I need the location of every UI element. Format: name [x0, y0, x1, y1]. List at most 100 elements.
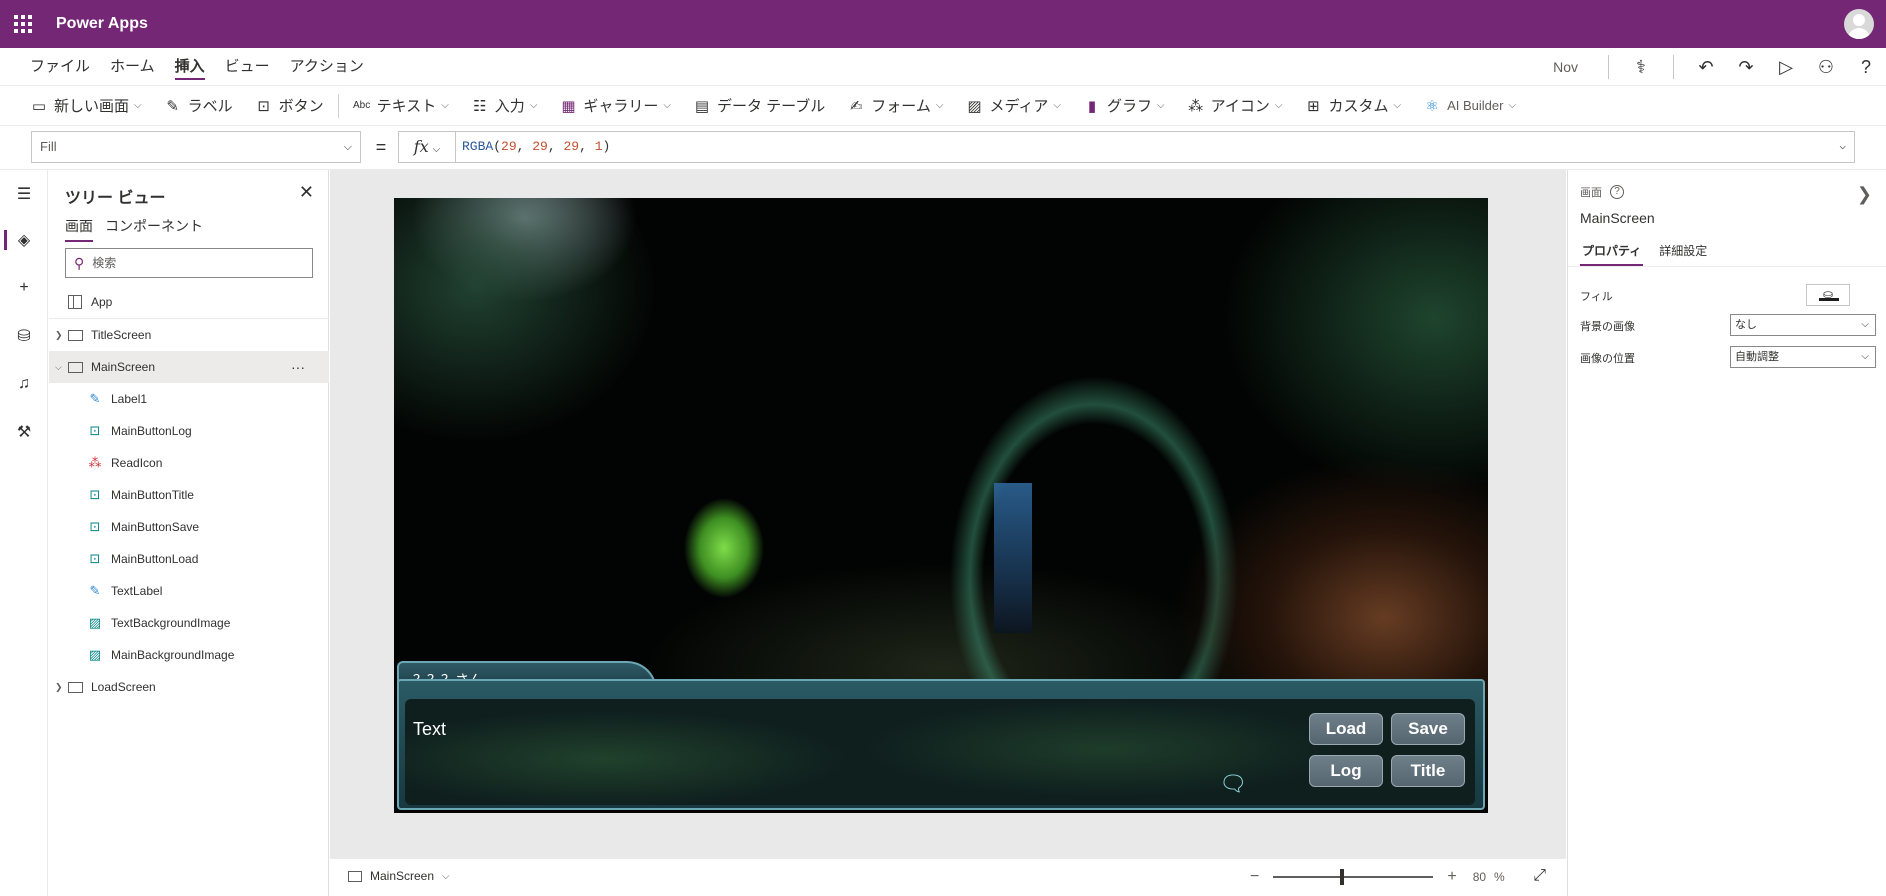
tree-node-label: MainScreen	[91, 360, 156, 374]
main-button-title[interactable]: Title	[1391, 755, 1465, 787]
label-icon: ✎	[166, 97, 179, 115]
tree-node-main-screen[interactable]: ⌵ MainScreen ···	[49, 351, 329, 383]
menu-tab-file[interactable]: ファイル	[20, 48, 100, 86]
bg-image-dropdown[interactable]: なし ⌵	[1730, 314, 1876, 336]
chevron-down-icon[interactable]: ⌵	[55, 362, 67, 373]
help-circle-icon[interactable]: ?	[1610, 185, 1624, 199]
main-screen-canvas[interactable]: ？？？さん Text Load Save Log Title 🗨	[394, 198, 1488, 813]
play-icon[interactable]: ▷	[1772, 53, 1800, 81]
app-icon	[67, 294, 83, 310]
help-icon[interactable]: ?	[1852, 53, 1880, 81]
new-screen-label: 新しい画面	[54, 98, 130, 115]
zoom-out-icon[interactable]: −	[1250, 868, 1259, 886]
data-table-button[interactable]: ▤ データ テーブル	[693, 95, 825, 116]
menu-tab-home[interactable]: ホーム	[100, 48, 165, 86]
app-checker-icon[interactable]: ⚕	[1627, 53, 1655, 81]
form-menu-button[interactable]: ✍ フォーム ⌵	[847, 95, 943, 116]
menu-right-toolbar: Nov ⚕ ↶ ↷ ▷ ⚇ ?	[1553, 48, 1886, 86]
text-menu-button[interactable]: Abc テキスト ⌵	[353, 95, 449, 116]
main-button-save[interactable]: Save	[1391, 713, 1465, 745]
image-position-dropdown[interactable]: 自動調整 ⌵	[1730, 346, 1876, 368]
app-launcher-button[interactable]	[0, 0, 46, 48]
equals-sign: =	[375, 137, 387, 157]
fill-color-picker[interactable]: ⛀	[1806, 284, 1850, 306]
fill-label: フィル	[1580, 291, 1613, 303]
prop-row-bg-image: 背景の画像 なし ⌵	[1580, 314, 1880, 336]
close-icon[interactable]: ✕	[299, 182, 314, 203]
button-control-icon: ⊡	[89, 423, 101, 438]
media-icon[interactable]: ♫	[0, 364, 48, 404]
label-control-icon: ✎	[89, 583, 101, 598]
tree-node-main-button-log[interactable]: ⊡ MainButtonLog	[49, 415, 329, 447]
icons-menu-button[interactable]: ⁂ アイコン ⌵	[1187, 95, 1282, 116]
input-menu-button[interactable]: ☷ 入力 ⌵	[471, 95, 537, 116]
expand-formula-icon[interactable]: ⌵	[1839, 132, 1846, 162]
chevron-right-icon[interactable]: ❯	[1857, 184, 1872, 205]
menu-tab-action[interactable]: アクション	[280, 48, 374, 86]
data-cylinder-icon[interactable]: ⛁	[0, 316, 48, 356]
speech-bubble-icon[interactable]: 🗨	[1219, 771, 1247, 797]
tree-node-label1[interactable]: ✎ Label1	[49, 383, 329, 415]
form-menu-label: フォーム	[871, 98, 931, 115]
more-options-icon[interactable]: ···	[291, 359, 305, 375]
fit-to-window-icon[interactable]: ⤢	[1533, 867, 1546, 885]
media-menu-button[interactable]: ▨ メディア ⌵	[965, 95, 1061, 116]
screen-picker[interactable]: MainScreen ⌵	[348, 869, 450, 883]
tree-node-title-screen[interactable]: ❯ TitleScreen	[49, 319, 329, 351]
tree-node-text-background-image[interactable]: ▨ TextBackgroundImage	[49, 607, 329, 639]
tree-node-main-background-image[interactable]: ▨ MainBackgroundImage	[49, 639, 329, 671]
new-screen-button[interactable]: ▭ 新しい画面 ⌵	[30, 95, 142, 116]
tree-node-read-icon[interactable]: ⁂ ReadIcon	[49, 447, 329, 479]
tree-node-text-label[interactable]: ✎ TextLabel	[49, 575, 329, 607]
tree-view-layers-icon[interactable]: ◈	[0, 220, 48, 260]
table-icon: ▤	[694, 97, 710, 115]
bg-image-value: なし	[1735, 319, 1757, 331]
formula-arg: 29	[563, 139, 580, 154]
main-button-load[interactable]: Load	[1309, 713, 1383, 745]
tree-node-main-button-save[interactable]: ⊡ MainButtonSave	[49, 511, 329, 543]
zoom-slider-thumb[interactable]	[1340, 869, 1345, 885]
button-icon: ⊡	[257, 97, 270, 115]
redo-icon[interactable]: ↷	[1732, 53, 1760, 81]
insert-label-button[interactable]: ✎ ラベル	[164, 95, 232, 116]
chart-menu-button[interactable]: ▮ グラフ ⌵	[1083, 95, 1165, 116]
tree-node-main-button-title[interactable]: ⊡ MainButtonTitle	[49, 479, 329, 511]
tree-node-app[interactable]: App	[49, 286, 329, 318]
chevron-right-icon[interactable]: ❯	[55, 682, 67, 693]
gallery-menu-button[interactable]: ▦ ギャラリー ⌵	[559, 95, 671, 116]
custom-menu-button[interactable]: ⊞ カスタム ⌵	[1304, 95, 1401, 116]
zoom-in-icon[interactable]: +	[1447, 868, 1456, 886]
tree-list: App ❯ TitleScreen ⌵ MainScreen ··· ✎ Lab…	[49, 286, 329, 703]
formula-arg: 1	[594, 139, 603, 154]
insert-plus-icon[interactable]: +	[0, 268, 48, 308]
ai-builder-menu-button[interactable]: ⚛ AI Builder ⌵	[1423, 97, 1516, 115]
hamburger-icon[interactable]: ☰	[0, 174, 48, 214]
chevron-down-icon: ⌵	[343, 141, 352, 153]
icons-menu-label: アイコン	[1210, 98, 1270, 115]
text-background-image[interactable]: ？？？さん Text Load Save Log Title 🗨	[397, 661, 1485, 810]
insert-ribbon: ▭ 新しい画面 ⌵ ✎ ラベル ⊡ ボタン Abc テキスト ⌵ ☷ 入力 ⌵ ▦ ギャラリー ⌵ …	[0, 86, 1886, 126]
tree-search-input[interactable]	[92, 256, 293, 270]
tree-node-label: TextBackgroundImage	[111, 616, 231, 630]
tree-node-load-screen[interactable]: ❯ LoadScreen	[49, 671, 329, 703]
tab-screens[interactable]: 画面	[65, 216, 93, 242]
user-avatar[interactable]	[1844, 9, 1874, 39]
text-label[interactable]: Text	[413, 719, 446, 740]
share-icon[interactable]: ⚇	[1812, 53, 1840, 81]
tab-components[interactable]: コンポーネント	[105, 216, 203, 242]
insert-button-button[interactable]: ⊡ ボタン	[255, 95, 323, 116]
formula-input[interactable]: RGBA(29, 29, 29, 1) ⌵	[455, 131, 1855, 163]
zoom-slider[interactable]	[1273, 867, 1434, 887]
tree-node-label: TitleScreen	[91, 328, 152, 342]
advanced-tools-icon[interactable]: ⚒	[0, 412, 48, 452]
fx-button[interactable]: fx ⌵	[398, 131, 456, 163]
tree-node-main-button-load[interactable]: ⊡ MainButtonLoad	[49, 543, 329, 575]
message-inner: Text Load Save Log Title 🗨	[405, 699, 1475, 805]
chevron-right-icon[interactable]: ❯	[55, 330, 67, 341]
menu-tab-insert[interactable]: 挿入	[165, 48, 215, 86]
prop-row-fill: フィル ⛀	[1580, 284, 1880, 306]
undo-icon[interactable]: ↶	[1692, 53, 1720, 81]
property-dropdown[interactable]: Fill ⌵	[31, 131, 361, 163]
main-button-log[interactable]: Log	[1309, 755, 1383, 787]
menu-tab-view[interactable]: ビュー	[215, 48, 280, 86]
